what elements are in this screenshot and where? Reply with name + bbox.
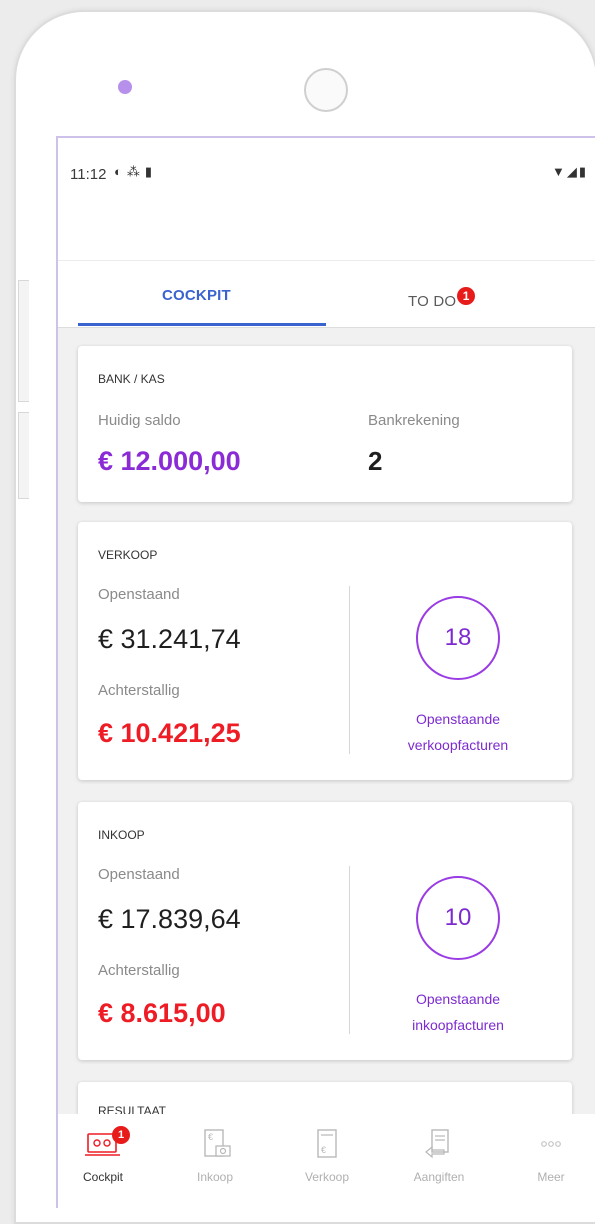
- open-purchase-invoices-count[interactable]: 10: [416, 876, 500, 960]
- purchase-open-label: Openstaand: [98, 866, 180, 883]
- sales-open-value: € 31.241,74: [98, 624, 241, 654]
- volume-button: [18, 280, 29, 402]
- bank-card-title: BANK / KAS: [98, 372, 165, 386]
- nav-inkoop[interactable]: € Inkoop: [170, 1128, 260, 1184]
- purchase-invoice-icon: €: [204, 1129, 231, 1157]
- tab-cockpit-label: COCKPIT: [162, 287, 231, 304]
- signal-icon: ◢: [566, 164, 579, 179]
- nav-cockpit[interactable]: 1 Cockpit: [58, 1126, 148, 1184]
- status-notification-icons: ◐⁂▮: [114, 164, 157, 180]
- open-sales-label-line2: verkoopfacturen: [407, 737, 509, 753]
- tab-todo[interactable]: TO DO 1: [408, 287, 476, 310]
- nav-inkoop-label: Inkoop: [196, 1170, 234, 1184]
- tab-bar: COCKPIT TO DO 1: [58, 260, 595, 328]
- bank-accounts-label: Bankrekening: [368, 412, 460, 429]
- nav-verkoop-label: Verkoop: [304, 1170, 350, 1184]
- purchase-card[interactable]: INKOOP Openstaand € 17.839,64 Achterstal…: [78, 802, 572, 1060]
- open-sales-label-line1: Openstaande: [415, 711, 501, 727]
- nav-verkoop[interactable]: € Verkoop: [282, 1128, 372, 1184]
- cockpit-nav-badge: 1: [112, 1126, 130, 1144]
- bank-accounts-value: 2: [368, 446, 383, 476]
- sales-overdue-value: € 10.421,25: [98, 718, 241, 748]
- sales-invoice-icon: €: [317, 1129, 337, 1158]
- purchase-card-title: INKOOP: [98, 828, 145, 842]
- open-purchase-label-line2: inkoopfacturen: [412, 1017, 504, 1033]
- purchase-open-value: € 17.839,64: [98, 904, 241, 934]
- open-sales-invoices-number: 18: [444, 624, 472, 651]
- purchase-overdue-value: € 8.615,00: [98, 998, 226, 1028]
- tab-cockpit[interactable]: COCKPIT: [162, 287, 231, 304]
- sales-open-label: Openstaand: [98, 586, 180, 603]
- nav-meer-label: Meer: [537, 1170, 565, 1184]
- nav-aangiften[interactable]: Aangiften: [394, 1128, 484, 1184]
- data-saver-icon: ◐: [114, 164, 127, 179]
- power-button: [18, 412, 29, 499]
- open-sales-invoices-link[interactable]: Openstaande verkoopfacturen: [368, 706, 548, 758]
- sales-card-title: VERKOOP: [98, 548, 158, 562]
- todo-count-badge: 1: [457, 287, 476, 305]
- bank-card[interactable]: BANK / KAS Huidig saldo € 12.000,00 Bank…: [78, 346, 572, 502]
- svg-text:€: €: [321, 1145, 326, 1155]
- status-time: 11:12: [70, 166, 107, 183]
- network-share-icon: ⁂: [126, 164, 145, 179]
- sales-card[interactable]: VERKOOP Openstaand € 31.241,74 Achtersta…: [78, 522, 572, 780]
- purchase-card-divider: [349, 866, 350, 1034]
- open-purchase-invoices-link[interactable]: Openstaande inkoopfacturen: [368, 986, 548, 1038]
- status-system-icons: ▼◢▮: [552, 164, 588, 180]
- current-balance-value: € 12.000,00: [98, 446, 241, 476]
- nav-aangiften-label: Aangiften: [413, 1170, 465, 1184]
- nav-meer[interactable]: Meer: [506, 1128, 595, 1184]
- wifi-icon: ▼: [551, 164, 567, 179]
- phone-frame: 11:12 ◐⁂▮ ▼◢▮ COCKPIT TO DO 1 BANK / KAS …: [14, 10, 595, 1224]
- purchase-overdue-label: Achterstallig: [98, 962, 180, 979]
- more-dots-icon: [541, 1141, 561, 1147]
- active-tab-indicator: [78, 323, 326, 326]
- svg-text:€: €: [208, 1132, 213, 1142]
- open-purchase-invoices-number: 10: [444, 904, 472, 931]
- open-purchase-label-line1: Openstaande: [415, 991, 501, 1007]
- nav-cockpit-label: Cockpit: [82, 1170, 123, 1184]
- battery-icon: ▮: [578, 164, 588, 179]
- app-screen: 11:12 ◐⁂▮ ▼◢▮ COCKPIT TO DO 1 BANK / KAS …: [56, 136, 595, 1208]
- earpiece-sensor: [304, 68, 348, 112]
- bottom-navigation: 1 Cockpit € Inkoop € Verkoop Aangiften M…: [58, 1114, 595, 1208]
- status-bar: 11:12 ◐⁂▮ ▼◢▮: [58, 138, 595, 260]
- sd-card-icon: ▮: [144, 164, 158, 179]
- sales-card-divider: [349, 586, 350, 754]
- current-balance-label: Huidig saldo: [98, 412, 181, 429]
- open-sales-invoices-count[interactable]: 18: [416, 596, 500, 680]
- front-camera: [118, 80, 132, 94]
- sales-overdue-label: Achterstallig: [98, 682, 180, 699]
- tax-return-icon: [425, 1129, 449, 1159]
- tab-todo-label: TO DO: [408, 293, 457, 310]
